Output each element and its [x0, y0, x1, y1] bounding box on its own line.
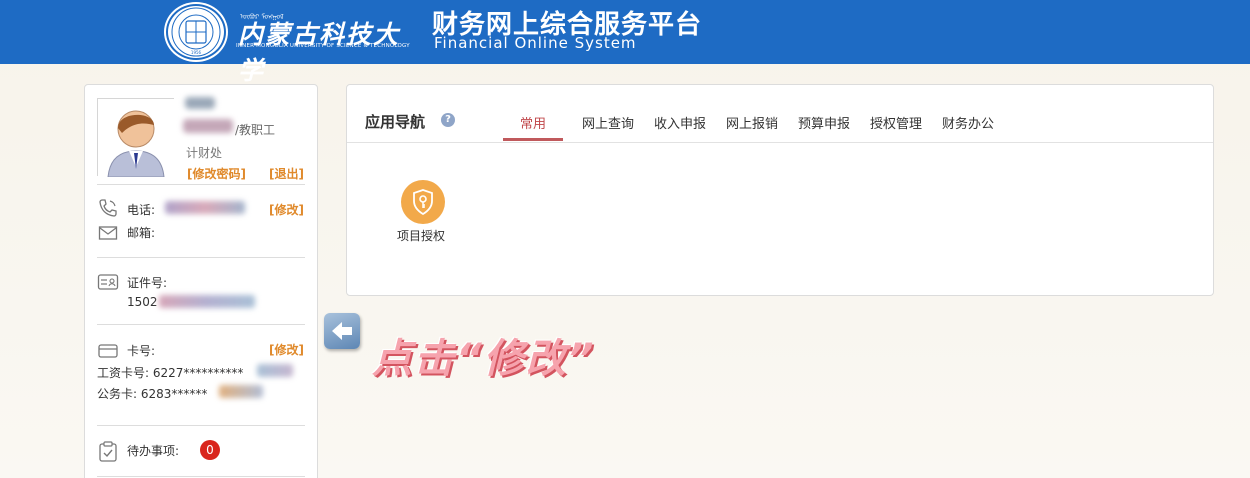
tab-finance-office[interactable]: 财务办公	[942, 113, 994, 132]
card-edit-link[interactable]: [修改]	[269, 341, 304, 358]
tab-authorization-management[interactable]: 授权管理	[870, 113, 922, 132]
phone-icon	[99, 199, 117, 217]
change-password-link[interactable]: [修改密码]	[187, 165, 246, 182]
svg-text:1956: 1956	[191, 50, 202, 55]
phone-value-redacted	[165, 201, 245, 214]
header-bar: 1956 ᠥᠪᠥᠷ ᠮᠣᠩᠭᠣᠯ 内蒙古科技大学 INNER MONGOLIA …	[0, 0, 1250, 85]
id-number-label: 证件号:	[127, 276, 168, 290]
shield-key-icon	[413, 189, 433, 216]
id-number-redacted	[159, 295, 255, 308]
help-icon[interactable]: ?	[441, 113, 455, 127]
user-name-redacted	[185, 97, 215, 109]
university-seal-logo: 1956	[166, 4, 226, 60]
university-name-cn: 内蒙古科技大学	[238, 20, 401, 85]
todo-count-badge[interactable]: 0	[200, 440, 220, 460]
divider	[97, 184, 305, 185]
todo-label[interactable]: 待办事项:	[127, 442, 179, 459]
divider	[97, 425, 305, 426]
email-label: 邮箱:	[127, 226, 156, 240]
salary-card-number: 工资卡号: 6227**********	[97, 366, 244, 380]
logout-link[interactable]: [退出]	[269, 165, 304, 182]
divider	[97, 476, 305, 477]
app-navigation-panel: 应用导航 ? 常用 网上查询 收入申报 网上报销 预算申报 授权管理 财务办公 …	[346, 84, 1214, 296]
official-card-number: 公务卡: 6283******	[97, 387, 208, 401]
id-number-prefix: 1502	[127, 295, 158, 309]
tab-common[interactable]: 常用	[520, 113, 546, 132]
salary-card-redacted	[257, 364, 293, 377]
system-subtitle: Financial Online System	[434, 34, 637, 52]
project-authorization-label[interactable]: 项目授权	[397, 227, 445, 244]
divider	[97, 324, 305, 325]
phone-label: 电话:	[127, 203, 156, 217]
active-tab-indicator	[503, 138, 563, 141]
tab-online-query[interactable]: 网上查询	[582, 113, 634, 132]
avatar	[97, 98, 175, 178]
university-name: ᠥᠪᠥᠷ ᠮᠣᠩᠭᠣᠯ 内蒙古科技大学 INNER MONGOLIA UNIVE…	[236, 10, 410, 85]
left-arrow-icon	[324, 313, 360, 349]
phone-edit-link[interactable]: [修改]	[269, 201, 304, 218]
tab-budget-declaration[interactable]: 预算申报	[798, 113, 850, 132]
official-card-redacted	[219, 385, 263, 398]
card-number-label: 卡号:	[127, 344, 156, 358]
id-card-icon	[97, 274, 119, 290]
annotation-click-edit: 点击“修改”	[372, 336, 596, 382]
user-department: 计财处	[186, 146, 223, 160]
university-name-en: INNER MONGOLIA UNIVERSITY OF SCIENCE & T…	[236, 43, 410, 49]
user-info-panel: /教职工 计财处 [修改密码] [退出] 电话: [修改] 邮箱: 证件号: 1…	[84, 84, 318, 478]
project-authorization-app[interactable]	[401, 180, 445, 224]
user-role: /教职工	[235, 123, 276, 137]
divider	[347, 142, 1213, 143]
user-id-redacted	[183, 119, 233, 133]
clipboard-check-icon	[99, 441, 117, 462]
tab-online-reimbursement[interactable]: 网上报销	[726, 113, 778, 132]
tab-income-declaration[interactable]: 收入申报	[654, 113, 706, 132]
divider	[97, 257, 305, 258]
bank-card-icon	[98, 344, 118, 358]
mail-icon	[98, 226, 118, 240]
app-nav-title: 应用导航	[365, 113, 426, 131]
